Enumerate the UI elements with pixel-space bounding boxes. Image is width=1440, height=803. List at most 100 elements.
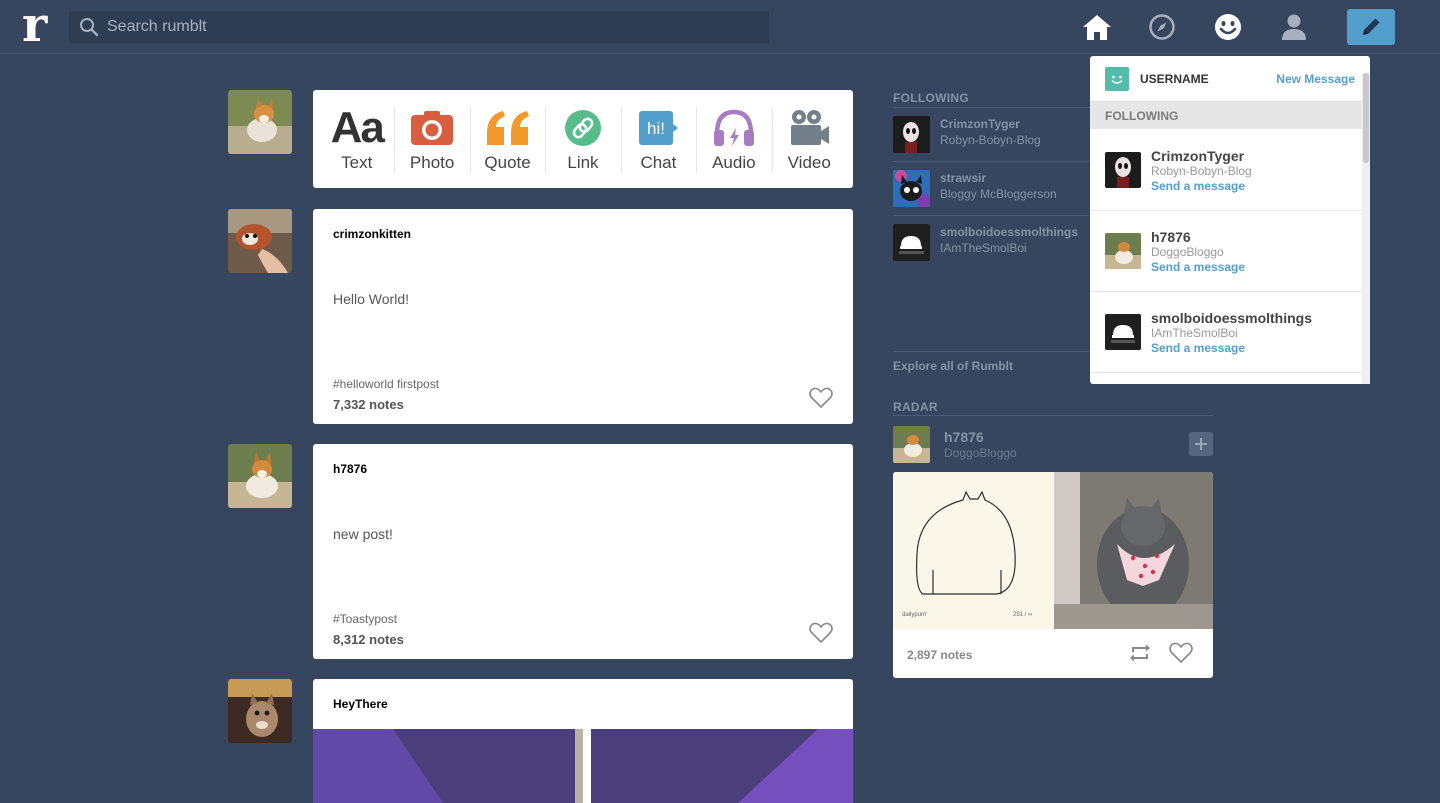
dropdown-scrollbar[interactable]	[1362, 73, 1370, 384]
following-avatar	[1105, 314, 1141, 350]
user-smiley-avatar-icon	[1105, 67, 1129, 91]
post-image[interactable]	[313, 729, 853, 803]
heart-like-icon[interactable]	[809, 387, 833, 409]
post-type-photo[interactable]: Photo	[394, 90, 469, 188]
plus-icon	[1195, 438, 1207, 450]
send-message-link[interactable]: Send a message	[1151, 341, 1245, 355]
following-section-title: FOLLOWING	[893, 91, 970, 105]
messages-dropdown: USERNAME New Message FOLLOWING CrimzonTy…	[1090, 56, 1370, 384]
follow-plus-button[interactable]	[1189, 432, 1213, 456]
new-message-link[interactable]: New Message	[1276, 72, 1355, 86]
post-type-link[interactable]: Link	[545, 90, 620, 188]
link-icon	[559, 106, 607, 150]
camera-icon	[408, 106, 456, 150]
dropdown-item-blog: DoggoBloggo	[1151, 245, 1224, 259]
dropdown-following-item[interactable]: h7876 DoggoBloggo Send a message	[1090, 211, 1362, 292]
post-type-quote[interactable]: Quote	[469, 90, 545, 188]
following-avatar	[893, 170, 930, 207]
explore-compass-icon[interactable]	[1145, 10, 1179, 44]
quote-icon	[484, 106, 532, 150]
send-message-link[interactable]: Send a message	[1151, 260, 1245, 274]
post-type-label: Link	[567, 152, 599, 172]
send-message-link[interactable]: Send a message	[1151, 179, 1245, 193]
post-type-label: Text	[341, 152, 373, 172]
following-blog: Bloggy McBloggerson	[940, 187, 1057, 201]
radar-avatar[interactable]	[893, 426, 930, 463]
heart-like-icon[interactable]	[809, 622, 833, 644]
post-notes-count[interactable]: 8,312 notes	[333, 632, 404, 647]
divider	[893, 351, 1093, 352]
search-box[interactable]	[69, 11, 769, 43]
post-body-text: Hello World!	[333, 291, 409, 307]
radar-notes-count[interactable]: 2,897 notes	[907, 648, 972, 662]
post-username[interactable]: HeyThere	[333, 697, 388, 711]
reblog-icon[interactable]	[1129, 643, 1151, 663]
post-card: HeyThere	[313, 679, 853, 803]
post-body-text: new post!	[333, 526, 393, 542]
video-camera-icon	[785, 106, 833, 150]
following-blog: Robyn-Bobyn-Blog	[940, 133, 1041, 147]
headphones-icon	[710, 106, 758, 150]
search-input[interactable]	[107, 11, 747, 43]
radar-image-caption: dailypurrr	[902, 612, 928, 618]
post-type-label: Quote	[484, 152, 531, 172]
dropdown-following-item[interactable]: smolboidoessmolthings IAmTheSmolBoi Send…	[1090, 292, 1362, 373]
heart-like-icon[interactable]	[1169, 642, 1193, 664]
post-type-chat[interactable]: hi! Chat	[620, 90, 696, 188]
dropdown-item-name: smolboidoessmolthings	[1151, 310, 1313, 326]
radar-blog: DoggoBloggo	[944, 446, 1017, 460]
messages-smiley-icon[interactable]	[1211, 10, 1245, 44]
post-type-label: Audio	[712, 152, 756, 172]
radar-name[interactable]: h7876	[944, 429, 984, 445]
home-icon[interactable]	[1080, 10, 1114, 44]
compose-post-button[interactable]	[1347, 9, 1395, 45]
post-type-selector: Aa Text Photo Quote Link hi! Chat Audio	[313, 90, 853, 188]
radar-section-title: RADAR	[893, 400, 938, 414]
dropdown-item-blog: Robyn-Bobyn-Blog	[1151, 164, 1252, 178]
explore-all-link[interactable]: Explore all of Rumblt	[893, 359, 1013, 373]
post-author-avatar[interactable]	[228, 679, 292, 743]
dropdown-item-blog: IAmTheSmolBoi	[1151, 326, 1238, 340]
account-person-icon[interactable]	[1277, 10, 1311, 44]
post-username[interactable]: crimzonkitten	[333, 227, 411, 241]
dropdown-section-title: FOLLOWING	[1090, 102, 1370, 129]
pencil-icon	[1363, 18, 1380, 35]
following-avatar	[893, 116, 930, 153]
post-author-avatar[interactable]	[228, 209, 292, 273]
following-name: strawsir	[940, 171, 987, 185]
radar-image-counter: 251 / ∞	[1013, 612, 1033, 618]
post-type-label: Chat	[640, 152, 677, 172]
post-type-audio[interactable]: Audio	[696, 90, 771, 188]
post-type-video[interactable]: Video	[771, 90, 847, 188]
following-item[interactable]: strawsir Bloggy McBloggerson	[893, 162, 1093, 216]
radar-post-image[interactable]	[893, 472, 1213, 629]
dropdown-header: USERNAME New Message	[1090, 56, 1370, 102]
following-item[interactable]: smolboidoessmolthings IAmTheSmolBoi	[893, 216, 1093, 270]
top-bar: r	[0, 0, 1440, 54]
post-type-text[interactable]: Aa Text	[319, 90, 394, 188]
following-avatar	[1105, 233, 1141, 269]
my-avatar[interactable]	[228, 90, 292, 154]
post-notes-count[interactable]: 7,332 notes	[333, 397, 404, 412]
post-tags[interactable]: #Toastypost	[333, 612, 397, 626]
rumblt-logo[interactable]: r	[22, 1, 56, 49]
dropdown-username: USERNAME	[1140, 72, 1209, 86]
post-card: h7876 new post! #Toastypost 8,312 notes	[313, 444, 853, 659]
divider	[893, 415, 1213, 416]
post-card: crimzonkitten Hello World! #helloworld f…	[313, 209, 853, 424]
svg-text:hi!: hi!	[647, 119, 665, 138]
search-icon	[80, 18, 99, 37]
following-name: smolboidoessmolthings	[940, 225, 1079, 239]
scrollbar-thumb[interactable]	[1363, 73, 1369, 163]
post-author-avatar[interactable]	[228, 444, 292, 508]
post-type-label: Photo	[409, 152, 455, 172]
dropdown-item-name: h7876	[1151, 229, 1191, 245]
post-tags[interactable]: #helloworld firstpost	[333, 377, 439, 391]
text-aa-icon: Aa	[330, 102, 385, 152]
dropdown-following-item[interactable]: CrimzonTyger Robyn-Bobyn-Blog Send a mes…	[1090, 130, 1362, 211]
following-avatar	[1105, 152, 1141, 188]
following-item[interactable]: CrimzonTyger Robyn-Bobyn-Blog	[893, 108, 1093, 162]
post-username[interactable]: h7876	[333, 462, 367, 476]
following-name: CrimzonTyger	[940, 117, 1020, 131]
post-type-label: Video	[787, 152, 831, 172]
